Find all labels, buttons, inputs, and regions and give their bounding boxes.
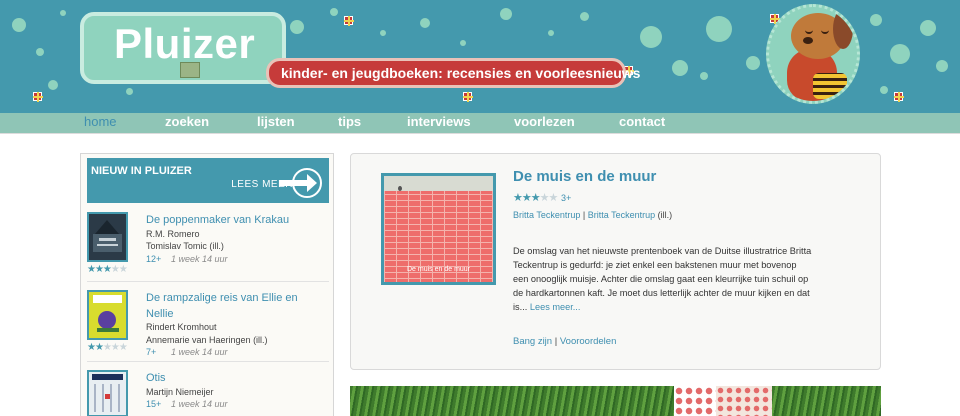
author-name: Rindert Kromhout: [146, 322, 217, 332]
site-header: Pluizer kinder- en jeugdboeken: recensie…: [0, 0, 960, 113]
dog-mascot-illustration: [766, 4, 860, 104]
author-name: R.M. Romero: [146, 229, 200, 239]
nav-tips[interactable]: tips: [338, 114, 361, 129]
rating-stars: ★★★★★: [513, 192, 558, 204]
divider: [87, 281, 329, 282]
book-title-link[interactable]: De rampzalige reis van Ellie en Nellie: [146, 290, 326, 322]
cover-art: [89, 292, 126, 338]
tag-link[interactable]: Bang zijn: [513, 336, 552, 347]
decor-dot: [36, 48, 44, 56]
featured-review: De muis en de muur De muis en de muur ★★…: [350, 153, 881, 370]
new-in-pluizer-sidebar: NIEUW IN PLUIZER LEES MEER De poppenmake…: [80, 153, 334, 416]
gift-icon: [894, 92, 904, 102]
decor-dot: [330, 8, 338, 16]
read-more-link[interactable]: Lees meer...: [530, 302, 581, 312]
rating-stars: ★★★★★: [87, 342, 128, 353]
book-title-link[interactable]: De poppenmaker van Krakau: [146, 212, 326, 228]
list-item[interactable]: De poppenmaker van Krakau R.M. Romero To…: [87, 209, 329, 279]
decor-dot: [48, 80, 58, 90]
age-badge: 15+: [146, 399, 162, 409]
book-cover-thumbnail[interactable]: [87, 290, 128, 340]
rating-stars: ★★★★★: [87, 264, 128, 275]
age-badge: 3+: [561, 193, 572, 203]
decor-dot: [60, 10, 66, 16]
mouse-icon: [398, 186, 402, 191]
gift-icon: [33, 92, 43, 102]
book-cover-thumbnail[interactable]: [87, 212, 128, 262]
mascot-ear: [833, 9, 853, 49]
decor-dot: [126, 88, 133, 95]
timestamp: 1 week 14 uur: [171, 347, 228, 357]
separator: |: [554, 336, 558, 347]
decor-dot: [12, 18, 26, 32]
arrow-right-icon[interactable]: [279, 168, 323, 198]
decor-dot: [460, 40, 466, 46]
main-nav: home zoeken lijsten tips interviews voor…: [0, 113, 960, 133]
decor-dot: [746, 56, 760, 70]
decor-dot: [420, 18, 430, 28]
decor-dot: [640, 26, 662, 48]
decor-dot: [880, 86, 888, 94]
review-excerpt: De omslag van het nieuwste prentenboek v…: [513, 244, 813, 314]
author-link[interactable]: Britta Teckentrup: [513, 210, 580, 220]
cover-title: De muis en de muur: [406, 266, 471, 273]
tag-link[interactable]: Vooroordelen: [560, 336, 617, 347]
site-tagline: kinder- en jeugdboeken: recensies en voo…: [266, 58, 640, 88]
decor-dot: [700, 72, 708, 80]
photo-pattern: [716, 386, 772, 416]
illustrator-suffix: (ill.): [657, 210, 673, 220]
age-badge: 12+: [146, 254, 162, 264]
review-title-link[interactable]: De muis en de muur: [513, 168, 656, 185]
nav-home[interactable]: home: [84, 114, 117, 129]
sidebar-header: NIEUW IN PLUIZER LEES MEER: [87, 158, 329, 203]
nav-interviews[interactable]: interviews: [407, 114, 471, 129]
nav-lijsten[interactable]: lijsten: [257, 114, 295, 129]
decor-dot: [706, 16, 732, 42]
cover-art: [89, 372, 126, 415]
nav-voorlezen[interactable]: voorlezen: [514, 114, 575, 129]
decor-dot: [548, 30, 554, 36]
gift-icon: [344, 16, 354, 26]
decor-dot: [500, 8, 512, 20]
sidebar-title: NIEUW IN PLUIZER: [91, 165, 192, 177]
divider: [87, 361, 329, 362]
divider: [0, 133, 960, 134]
featured-photo[interactable]: [350, 386, 881, 416]
decor-dot: [380, 30, 386, 36]
nav-zoeken[interactable]: zoeken: [165, 114, 209, 129]
logo-text: Pluizer: [114, 20, 256, 67]
book-icon: [180, 62, 200, 78]
illustrator-link[interactable]: Britta Teckentrup: [588, 210, 655, 220]
decor-dot: [890, 44, 910, 64]
list-item[interactable]: De rampzalige reis van Ellie en Nellie R…: [87, 287, 329, 359]
decor-dot: [920, 20, 936, 36]
timestamp: 1 week 14 uur: [171, 399, 228, 409]
mascot-nose: [803, 37, 813, 44]
book-cover-thumbnail[interactable]: [87, 370, 128, 416]
review-tags: Bang zijn | Vooroordelen: [513, 336, 616, 347]
mascot-sweater: [813, 73, 847, 99]
illustrator-name: Tomislav Tomic (ill.): [146, 241, 224, 251]
author-name: Martijn Niemeijer: [146, 387, 214, 397]
cover-art: [93, 220, 122, 252]
separator: |: [582, 210, 586, 220]
review-authors: Britta Teckentrup | Britta Teckentrup (i…: [513, 210, 672, 220]
decor-dot: [672, 60, 688, 76]
list-item[interactable]: Otis Martijn Niemeijer 15+ 1 week 14 uur: [87, 367, 329, 416]
decor-dot: [290, 20, 304, 34]
book-cover[interactable]: De muis en de muur: [381, 173, 496, 285]
decor-dot: [870, 14, 882, 26]
book-title-link[interactable]: Otis: [146, 370, 326, 386]
timestamp: 1 week 14 uur: [171, 254, 228, 264]
nav-contact[interactable]: contact: [619, 114, 665, 129]
age-badge: 7+: [146, 347, 157, 357]
gift-icon: [463, 92, 473, 102]
decor-dot: [936, 60, 948, 72]
decor-dot: [580, 12, 589, 21]
illustrator-name: Annemarie van Haeringen (ill.): [146, 335, 268, 345]
